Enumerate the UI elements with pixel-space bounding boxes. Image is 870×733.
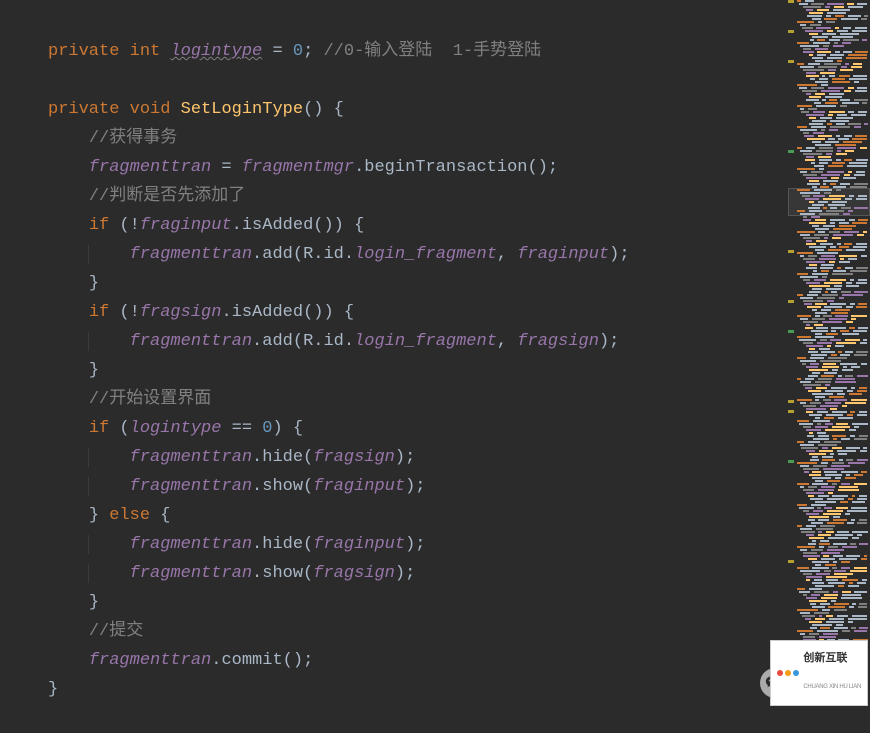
code-line: fragmenttran = fragmentmgr.beginTransact… [48,158,558,177]
code-editor: private int logintype = 0; //0-输入登陆 1-手势… [0,0,870,708]
code-line: private int logintype = 0; //0-输入登陆 1-手势… [48,42,541,61]
code-line: fragmenttran.show(fragsign); [48,564,415,583]
code-line: //提交 [48,622,143,641]
code-line: } [48,361,99,380]
code-line: fragmenttran.hide(fraginput); [48,535,426,554]
minimap[interactable] [788,0,870,708]
code-line: //开始设置界面 [48,390,211,409]
code-line: fragmenttran.hide(fragsign); [48,448,415,467]
code-line: } else { [48,506,170,525]
code-line: if (!fragsign.isAdded()) { [48,303,354,322]
code-area[interactable]: private int logintype = 0; //0-输入登陆 1-手势… [0,0,788,708]
minimap-content [794,0,870,660]
code-line: fragmenttran.commit(); [48,651,313,670]
code-line: fragmenttran.add(R.id.login_fragment, fr… [48,245,630,264]
code-line: if (logintype == 0) { [48,419,303,438]
code-line: fragmenttran.show(fraginput); [48,477,426,496]
logo-cn: 创新互联 [803,644,861,673]
code-line: fragmenttran.add(R.id.login_fragment, fr… [48,332,619,351]
logo-dots-icon [777,670,799,676]
code-line: private void SetLoginType() { [48,100,344,119]
code-line: } [48,593,99,612]
code-line: } [48,274,99,293]
logo-badge: 创新互联 CHUANG XIN HU LIAN [770,640,868,706]
code-line: } [48,680,58,699]
code-line: //判断是否先添加了 [48,187,245,206]
logo-en: CHUANG XIN HU LIAN [803,673,861,702]
code-line: //获得事务 [48,129,177,148]
code-line: if (!fraginput.isAdded()) { [48,216,364,235]
